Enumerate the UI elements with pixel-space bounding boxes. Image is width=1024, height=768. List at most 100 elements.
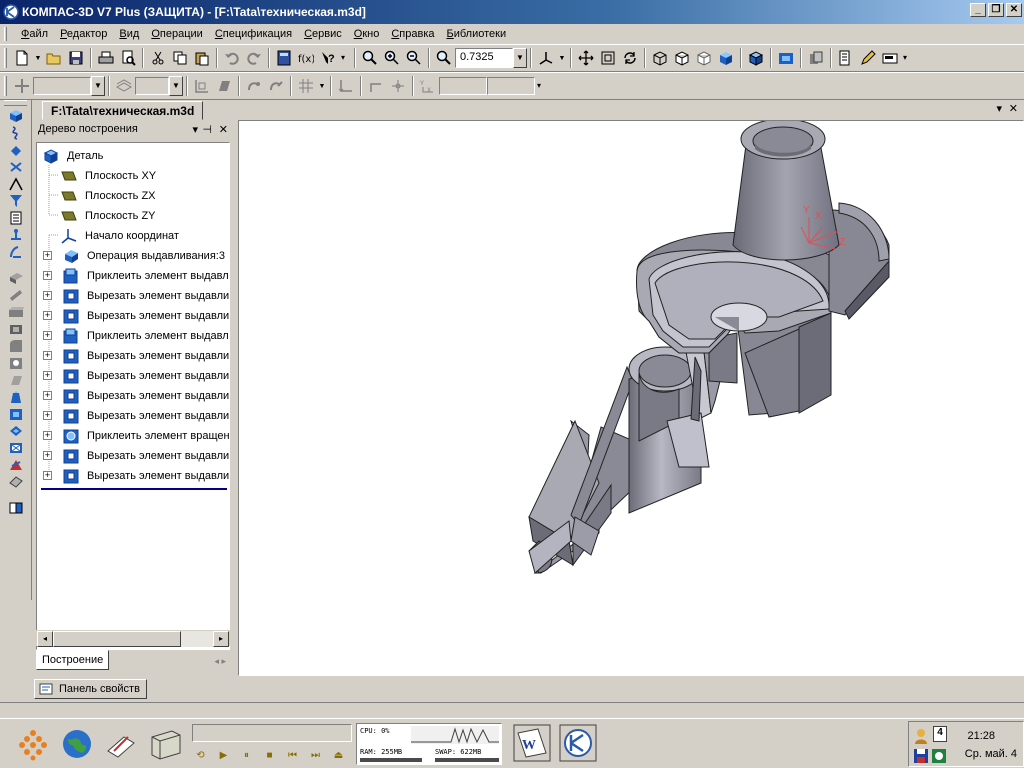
- tree-hscrollbar[interactable]: ◂ ▸: [36, 630, 230, 647]
- zoom-in-button[interactable]: [381, 47, 403, 69]
- media-stop-button[interactable]: ■: [261, 747, 278, 764]
- zoom-all-button[interactable]: [597, 47, 619, 69]
- user-tray-icon[interactable]: [913, 728, 929, 744]
- tree-close-icon[interactable]: ✕: [219, 123, 228, 136]
- hscroll-thumb[interactable]: [53, 631, 181, 647]
- hidden-thin-button[interactable]: [693, 47, 715, 69]
- tree-expander[interactable]: +: [43, 371, 52, 380]
- media-pause-button[interactable]: ⏸: [238, 747, 255, 764]
- tree-item[interactable]: + Операция выдавливания:3: [43, 247, 225, 265]
- tree-item[interactable]: + Вырезать элемент выдавли: [43, 287, 229, 305]
- tree-root-part[interactable]: Деталь: [43, 147, 103, 165]
- library-button[interactable]: [805, 47, 827, 69]
- tree-expander[interactable]: +: [43, 431, 52, 440]
- orientation-dropdown[interactable]: ▼: [557, 47, 567, 69]
- help-button[interactable]: ?: [317, 47, 339, 69]
- tree-item[interactable]: + Вырезать элемент выдавли: [43, 387, 229, 405]
- document-close-icon[interactable]: ✕: [1009, 102, 1018, 115]
- file-cabinet-icon[interactable]: [148, 727, 182, 761]
- document-tab[interactable]: F:\Tata\техническая.m3d: [42, 101, 204, 120]
- internet-globe-icon[interactable]: [60, 727, 94, 761]
- open-button[interactable]: [43, 47, 65, 69]
- fx-button[interactable]: f(x): [295, 47, 317, 69]
- tree-expander[interactable]: +: [43, 411, 52, 420]
- undo-button[interactable]: [221, 47, 243, 69]
- copy-button[interactable]: [169, 47, 191, 69]
- layer-dropdown[interactable]: ▼: [91, 76, 105, 96]
- grid-dropdown[interactable]: ▼: [317, 75, 327, 97]
- coord-x-field[interactable]: [439, 77, 487, 95]
- geometry-button[interactable]: [5, 142, 27, 158]
- zoom-window-button[interactable]: [359, 47, 381, 69]
- kompas-app-icon[interactable]: [3, 4, 19, 20]
- toolbar-grip[interactable]: [4, 48, 7, 68]
- model-3d-render[interactable]: Y X Z: [239, 118, 1023, 675]
- clock-time[interactable]: 21:28: [967, 730, 995, 742]
- tree-item[interactable]: + Вырезать элемент выдавли: [43, 367, 229, 385]
- wireframe-button[interactable]: [649, 47, 671, 69]
- pan-button[interactable]: [575, 47, 597, 69]
- zoom-out-button[interactable]: [403, 47, 425, 69]
- menu-view[interactable]: Вид: [113, 28, 145, 40]
- toolbar-overflow[interactable]: ▾: [903, 46, 913, 70]
- toolbar-overflow[interactable]: ▾: [537, 74, 547, 98]
- tree-expander[interactable]: +: [43, 391, 52, 400]
- new-button[interactable]: [11, 47, 33, 69]
- tree-expander[interactable]: +: [43, 291, 52, 300]
- clock-date[interactable]: Ср. май. 4: [965, 748, 1017, 760]
- media-prev-button[interactable]: ⏮: [284, 747, 301, 764]
- orientation-button[interactable]: [535, 47, 557, 69]
- op-extrude-button[interactable]: [5, 270, 27, 286]
- cursor-button[interactable]: [387, 75, 409, 97]
- redo-button[interactable]: [243, 47, 265, 69]
- snap-global-button[interactable]: [265, 75, 287, 97]
- local-cs-button[interactable]: [191, 75, 213, 97]
- print-button[interactable]: [95, 47, 117, 69]
- op-rib-button[interactable]: [5, 389, 27, 405]
- tree-item[interactable]: + Приклеить элемент выдавли: [43, 267, 229, 285]
- tree-item[interactable]: + Вырезать элемент выдавли: [43, 307, 229, 325]
- tree-tab-arrows-icon[interactable]: ◂ ▸: [214, 656, 226, 667]
- tree-expander[interactable]: +: [43, 451, 52, 460]
- snap-button[interactable]: [243, 75, 265, 97]
- menu-window[interactable]: Окно: [348, 28, 386, 40]
- round-button[interactable]: [365, 75, 387, 97]
- ortho-button[interactable]: [335, 75, 357, 97]
- tree-expander[interactable]: +: [43, 351, 52, 360]
- minimize-button[interactable]: _: [970, 3, 986, 17]
- coord-y-field[interactable]: [487, 77, 535, 95]
- word-app-icon[interactable]: W: [512, 723, 552, 763]
- style-button[interactable]: [113, 75, 135, 97]
- tree-item[interactable]: + Вырезать элемент выдавли: [43, 407, 229, 425]
- menu-edit[interactable]: Редактор: [54, 28, 113, 40]
- media-repeat-button[interactable]: ⟲: [192, 747, 209, 764]
- tree-expander[interactable]: +: [43, 311, 52, 320]
- tree-menu-icon[interactable]: ▾: [192, 123, 198, 136]
- op-flip-button[interactable]: [5, 500, 27, 516]
- edit-part-button[interactable]: [5, 108, 27, 124]
- save-button[interactable]: [65, 47, 87, 69]
- network-tray-icon[interactable]: [931, 748, 947, 764]
- op-revolve-button[interactable]: [5, 287, 27, 303]
- op-mirror-button[interactable]: [5, 440, 27, 456]
- tree-expander[interactable]: +: [43, 271, 52, 280]
- calculator-button[interactable]: [273, 47, 295, 69]
- op-section-button[interactable]: [5, 406, 27, 422]
- rotate-button[interactable]: [619, 47, 641, 69]
- op-thread-button[interactable]: [5, 457, 27, 473]
- coords-button[interactable]: YX: [417, 75, 439, 97]
- properties-button[interactable]: [835, 47, 857, 69]
- shaded-edges-button[interactable]: [745, 47, 767, 69]
- close-button[interactable]: ✕: [1006, 3, 1022, 17]
- op-fillet-button[interactable]: [5, 338, 27, 354]
- floppy-tray-icon[interactable]: [913, 748, 929, 764]
- grid-button[interactable]: [295, 75, 317, 97]
- restore-button[interactable]: ❐: [988, 3, 1004, 17]
- menubar-grip[interactable]: [4, 27, 7, 41]
- zoom-scale-input[interactable]: 0.7325: [455, 48, 513, 68]
- op-array-button[interactable]: [5, 423, 27, 439]
- media-play-button[interactable]: ▶: [215, 747, 232, 764]
- properties-panel-button[interactable]: Панель свойств: [34, 679, 147, 699]
- tree-item[interactable]: Начало координат: [61, 227, 179, 245]
- manager-button[interactable]: [879, 47, 901, 69]
